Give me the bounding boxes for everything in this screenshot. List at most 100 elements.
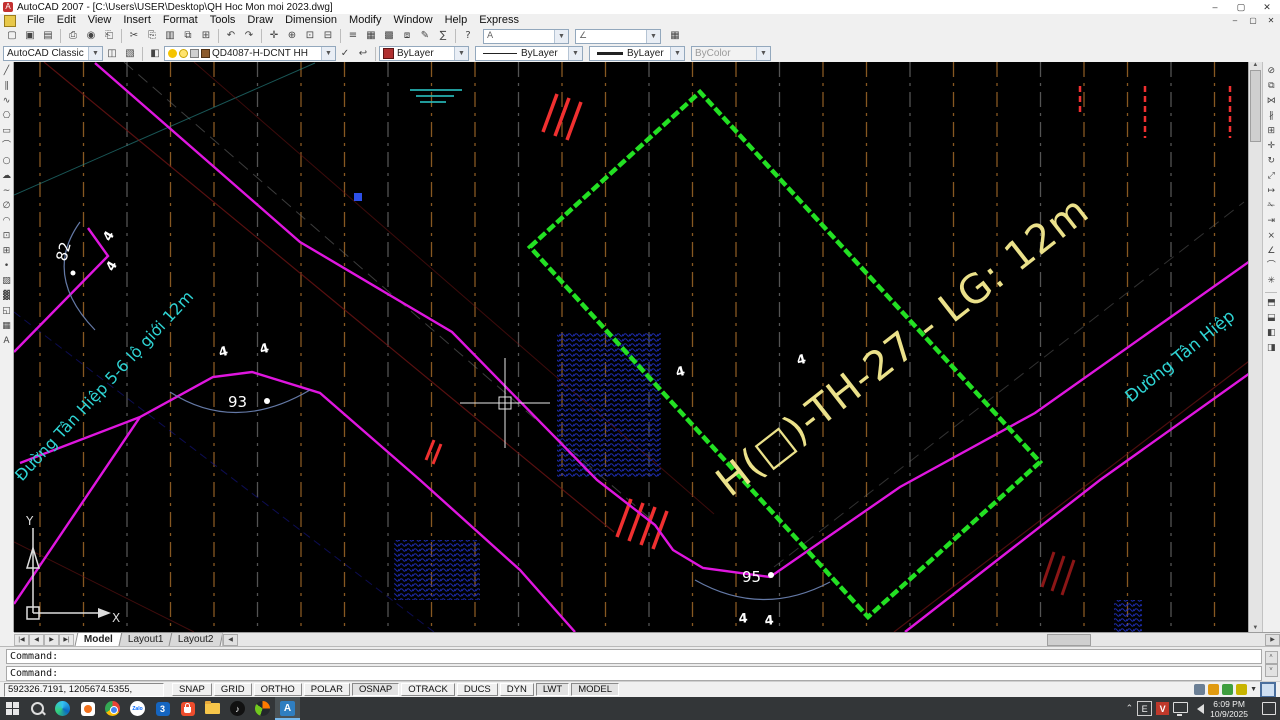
start-button[interactable] <box>0 697 25 720</box>
chevron-down-icon[interactable]: ▼ <box>554 30 568 43</box>
chevron-down-icon[interactable]: ▼ <box>88 47 102 60</box>
rectangle-button[interactable]: ▭ <box>0 124 14 138</box>
make-block-button[interactable]: ⊞ <box>0 244 14 258</box>
evkey-tray-icon[interactable]: E <box>1137 701 1152 716</box>
chamfer-button[interactable]: ∠ <box>1264 244 1278 258</box>
zoom-window-button[interactable]: ⊡ <box>301 28 319 44</box>
notification-center-icon[interactable] <box>1262 702 1276 715</box>
horizontal-scrollbar[interactable]: ◀ ▶ <box>222 633 1280 646</box>
tab-nav-3[interactable]: ▶| <box>59 634 74 646</box>
cut-button[interactable]: ✂ <box>125 28 143 44</box>
arc-button[interactable]: ⌒ <box>0 139 14 153</box>
menu-insert[interactable]: Insert <box>117 14 157 27</box>
maximize-button[interactable]: ▢ <box>1228 0 1254 14</box>
tool-palettes-button[interactable]: ▩ <box>380 28 398 44</box>
scrollbar-thumb[interactable] <box>1047 634 1091 646</box>
workspace-combo[interactable]: AutoCAD Classic ▼ <box>3 46 103 61</box>
hatch-button[interactable]: ▨ <box>0 274 14 288</box>
menu-window[interactable]: Window <box>387 14 438 27</box>
menu-edit[interactable]: Edit <box>51 14 82 27</box>
text-style-combo[interactable]: A ▼ <box>483 29 569 44</box>
paste-button[interactable]: ▥ <box>161 28 179 44</box>
scroll-down-icon[interactable]: ▼ <box>1252 625 1258 631</box>
array-button[interactable]: ⊞ <box>1264 124 1278 138</box>
minimize-button[interactable]: – <box>1202 0 1228 14</box>
doc-close-button[interactable]: ✕ <box>1262 15 1280 27</box>
zoom-realtime-button[interactable]: ⊕ <box>283 28 301 44</box>
vertical-scrollbar[interactable]: ▲ ▼ <box>1249 62 1263 632</box>
toggle-grid[interactable]: GRID <box>214 683 252 696</box>
workspace-settings-button[interactable]: ▧ <box>121 46 139 62</box>
toggle-polar[interactable]: POLAR <box>304 683 350 696</box>
make-object-layer-current-button[interactable]: ✓ <box>336 46 354 62</box>
table-button[interactable]: ▦ <box>0 319 14 333</box>
toolbar-lock-icon[interactable] <box>1208 684 1219 695</box>
extend-button[interactable]: ⇥ <box>1264 214 1278 228</box>
new-button[interactable]: ▢ <box>3 28 21 44</box>
file-explorer-taskbar-button[interactable] <box>200 697 225 720</box>
command-scrollbar[interactable]: ˄ ˅ <box>1265 651 1277 677</box>
menu-dimension[interactable]: Dimension <box>279 14 343 27</box>
scroll-right-icon[interactable]: ▶ <box>1265 634 1280 646</box>
doc-restore-button[interactable]: ▢ <box>1244 15 1262 27</box>
menu-tools[interactable]: Tools <box>204 14 242 27</box>
tiktok-taskbar-button[interactable]: ♪ <box>225 697 250 720</box>
tab-nav-1[interactable]: ◀ <box>29 634 44 646</box>
layer-combo[interactable]: QD4087-H-DCNT HH ▼ <box>164 46 336 61</box>
erase-button[interactable]: ⊘ <box>1264 64 1278 78</box>
break-button[interactable]: ⨯ <box>1264 229 1278 243</box>
mtext-button[interactable]: A <box>0 334 14 348</box>
chevron-down-icon[interactable]: ▼ <box>670 47 684 60</box>
toggle-ducs[interactable]: DUCS <box>457 683 498 696</box>
block-editor-button[interactable]: ⊞ <box>197 28 215 44</box>
chevron-down-icon[interactable]: ▼ <box>568 47 582 60</box>
command-history[interactable]: Command: <box>6 649 1262 664</box>
pan-button[interactable]: ✛ <box>265 28 283 44</box>
menu-modify[interactable]: Modify <box>343 14 387 27</box>
quickcalc-button[interactable]: ∑ <box>434 28 452 44</box>
tray-settings-arrow[interactable]: ▼ <box>1250 686 1257 693</box>
publish-button[interactable]: ⎗ <box>100 28 118 44</box>
xref-icon[interactable] <box>1236 684 1247 695</box>
layer-previous-button[interactable]: ↩ <box>354 46 372 62</box>
linetype-combo[interactable]: ByLayer ▼ <box>475 46 583 61</box>
fillet-button[interactable]: ⌒ <box>1264 259 1278 273</box>
stretch-button[interactable]: ↦ <box>1264 184 1278 198</box>
save-button[interactable]: ▤ <box>39 28 57 44</box>
shopee-taskbar-button[interactable] <box>175 697 200 720</box>
scroll-up-icon[interactable]: ▲ <box>1252 62 1258 68</box>
scale-button[interactable]: ⤢ <box>1264 169 1278 183</box>
command-input[interactable]: Command: <box>6 666 1262 681</box>
tab-model[interactable]: Model <box>75 632 123 646</box>
tab-nav-2[interactable]: ▶ <box>44 634 59 646</box>
coccoc-taskbar-button[interactable] <box>250 697 275 720</box>
lineweight-combo[interactable]: ByLayer ▼ <box>589 46 685 61</box>
circle-button[interactable]: ○ <box>0 154 14 168</box>
region-button[interactable]: ◱ <box>0 304 14 318</box>
unikey-tray-icon[interactable]: V <box>1156 702 1169 715</box>
draworder-back-button[interactable]: ⬓ <box>1264 311 1278 325</box>
designcenter-button[interactable]: ▦ <box>362 28 380 44</box>
autocad-taskbar-button[interactable]: A <box>275 697 300 720</box>
menu-express[interactable]: Express <box>473 14 525 27</box>
construction-line-button[interactable]: ∥ <box>0 79 14 93</box>
command-window[interactable]: Command: Command: ˄ ˅ <box>0 646 1280 681</box>
toggle-lwt[interactable]: LWT <box>536 683 569 696</box>
explode-button[interactable]: ✳ <box>1264 274 1278 288</box>
ellipse-arc-button[interactable]: ◠ <box>0 214 14 228</box>
menu-file[interactable]: File <box>21 14 51 27</box>
chevron-down-icon[interactable]: ▼ <box>646 30 660 43</box>
copy-button[interactable]: ⧉ <box>1264 79 1278 93</box>
edge-taskbar-button[interactable] <box>50 697 75 720</box>
menu-format[interactable]: Format <box>157 14 204 27</box>
draworder-above-button[interactable]: ◧ <box>1264 326 1278 340</box>
properties-button[interactable]: ≡ <box>344 28 362 44</box>
network-icon[interactable] <box>1173 702 1188 713</box>
color-combo[interactable]: ByLayer ▼ <box>379 46 469 61</box>
toggle-model[interactable]: MODEL <box>571 683 619 696</box>
mirror-button[interactable]: ⋈ <box>1264 94 1278 108</box>
close-button[interactable]: ✕ <box>1254 0 1280 14</box>
plot-button[interactable]: ⎙ <box>64 28 82 44</box>
toggle-osnap[interactable]: OSNAP <box>352 683 399 696</box>
tab-layout2[interactable]: Layout2 <box>169 632 224 646</box>
